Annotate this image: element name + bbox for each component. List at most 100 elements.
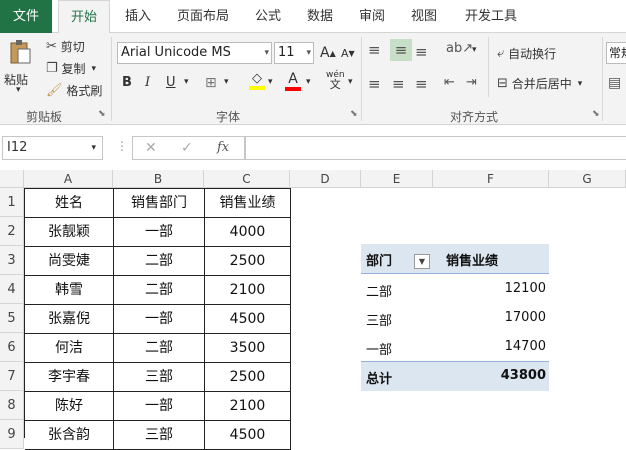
- bold-button[interactable]: B: [122, 75, 132, 90]
- table-cell[interactable]: 陈好: [25, 392, 114, 421]
- table-cell[interactable]: 一部: [114, 218, 205, 247]
- table-cell[interactable]: 何洁: [25, 334, 114, 363]
- tab-file[interactable]: 文件: [0, 0, 52, 33]
- table-cell[interactable]: 尚雯婕: [25, 247, 114, 276]
- formula-input[interactable]: [245, 136, 626, 160]
- copy-dropdown-icon[interactable]: ▾: [92, 64, 97, 74]
- font-size-box[interactable]: 11 ▾: [274, 42, 314, 64]
- alignment-launcher-icon[interactable]: ⬊: [592, 109, 600, 119]
- header-cell-dept[interactable]: 销售部门: [114, 189, 205, 218]
- decrease-font-icon[interactable]: A ▼: [341, 47, 355, 60]
- paste-dropdown-icon[interactable]: ▾: [16, 85, 21, 95]
- row-header[interactable]: 3: [0, 246, 24, 275]
- row-header[interactable]: 5: [0, 304, 24, 333]
- table-cell[interactable]: 三部: [114, 363, 205, 392]
- filter-dropdown-icon[interactable]: ▼: [414, 254, 430, 269]
- align-left-icon[interactable]: ≡: [368, 75, 381, 93]
- tab-home[interactable]: 开始: [58, 0, 110, 34]
- row-header[interactable]: 6: [0, 333, 24, 362]
- pivot-row-label[interactable]: 一部: [366, 339, 392, 358]
- wrap-text-button[interactable]: ⤶ 自动换行: [497, 45, 556, 62]
- merge-center-button[interactable]: ⊟ 合并后居中 ▾: [497, 75, 582, 92]
- pivot-row-label[interactable]: 三部: [366, 310, 392, 329]
- font-name-box[interactable]: Arial Unicode MS ▾: [117, 42, 272, 64]
- orientation-icon[interactable]: ab↗: [446, 41, 473, 56]
- table-cell[interactable]: 张靓颖: [25, 218, 114, 247]
- number-format-box[interactable]: 常规: [606, 42, 626, 64]
- table-cell[interactable]: 二部: [114, 247, 205, 276]
- table-cell[interactable]: 4000: [205, 218, 291, 247]
- font-color-dropdown-icon[interactable]: ▾: [306, 77, 311, 87]
- name-box[interactable]: I12 ▾: [2, 136, 103, 160]
- pivot-total-label[interactable]: 总计: [366, 368, 392, 387]
- tab-page-layout[interactable]: 页面布局: [170, 0, 236, 33]
- font-launcher-icon[interactable]: ⬊: [350, 109, 358, 119]
- table-cell[interactable]: 3500: [205, 334, 291, 363]
- phonetic-dropdown-icon[interactable]: ▾: [348, 77, 353, 87]
- header-cell-name[interactable]: 姓名: [25, 189, 114, 218]
- align-middle-icon[interactable]: ≡: [390, 39, 412, 61]
- pivot-header-dept[interactable]: 部门: [366, 250, 392, 269]
- row-header[interactable]: 7: [0, 362, 24, 391]
- pivot-row-value[interactable]: 12100: [433, 281, 546, 296]
- column-header[interactable]: F: [433, 170, 549, 188]
- table-cell[interactable]: 韩雪: [25, 276, 114, 305]
- underline-button[interactable]: U: [166, 75, 176, 90]
- align-bottom-icon[interactable]: ≡: [415, 43, 428, 61]
- pivot-total-value[interactable]: 43800: [433, 368, 546, 383]
- cancel-icon[interactable]: ✕: [145, 140, 157, 156]
- table-cell[interactable]: 2500: [205, 247, 291, 276]
- table-cell[interactable]: 4500: [205, 305, 291, 334]
- tab-insert[interactable]: 插入: [116, 0, 160, 33]
- row-header[interactable]: 2: [0, 217, 24, 246]
- pivot-header-sales[interactable]: 销售业绩: [446, 250, 498, 269]
- column-header[interactable]: G: [549, 170, 626, 188]
- tab-developer[interactable]: 开发工具: [460, 0, 522, 33]
- enter-icon[interactable]: ✓: [181, 140, 193, 156]
- accounting-icon[interactable]: ▤: [608, 75, 621, 91]
- table-cell[interactable]: 2500: [205, 363, 291, 392]
- border-dropdown-icon[interactable]: ▾: [224, 77, 229, 87]
- table-cell[interactable]: 李宇春: [25, 363, 114, 392]
- row-header[interactable]: 4: [0, 275, 24, 304]
- font-color-button[interactable]: A: [284, 71, 302, 91]
- fill-dropdown-icon[interactable]: ▾: [268, 77, 273, 87]
- column-header[interactable]: C: [204, 170, 290, 188]
- align-right-icon[interactable]: ≡: [415, 75, 428, 93]
- table-cell[interactable]: 张嘉倪: [25, 305, 114, 334]
- table-cell[interactable]: 二部: [114, 276, 205, 305]
- table-cell[interactable]: 二部: [114, 334, 205, 363]
- row-header[interactable]: 9: [0, 420, 24, 449]
- clipboard-launcher-icon[interactable]: ⬊: [98, 109, 106, 119]
- format-painter-button[interactable]: 🖌 格式刷: [46, 82, 102, 99]
- merge-dropdown-icon[interactable]: ▾: [578, 79, 583, 89]
- tab-formulas[interactable]: 公式: [248, 0, 288, 33]
- table-cell[interactable]: 2100: [205, 392, 291, 421]
- underline-dropdown-icon[interactable]: ▾: [184, 77, 189, 87]
- pivot-row-value[interactable]: 14700: [433, 339, 546, 354]
- row-header[interactable]: 8: [0, 391, 24, 420]
- italic-button[interactable]: I: [145, 75, 150, 90]
- orientation-dropdown-icon[interactable]: ▾: [472, 45, 477, 55]
- tab-review[interactable]: 审阅: [352, 0, 392, 33]
- column-header[interactable]: B: [113, 170, 204, 188]
- tab-data[interactable]: 数据: [300, 0, 340, 33]
- table-cell[interactable]: 2100: [205, 276, 291, 305]
- column-header[interactable]: D: [290, 170, 361, 188]
- tab-view[interactable]: 视图: [404, 0, 444, 33]
- column-header[interactable]: E: [361, 170, 433, 188]
- border-icon[interactable]: ⊞: [205, 75, 217, 91]
- align-top-icon[interactable]: ≡: [368, 41, 381, 59]
- copy-button[interactable]: ❐ 复制 ▾: [46, 60, 96, 77]
- table-cell[interactable]: 一部: [114, 305, 205, 334]
- function-icon[interactable]: fx: [217, 140, 229, 155]
- increase-font-icon[interactable]: A ▲: [320, 45, 336, 61]
- paste-button[interactable]: [6, 39, 34, 69]
- increase-indent-icon[interactable]: ⇥: [466, 75, 477, 90]
- align-center-icon[interactable]: ≡: [392, 75, 405, 93]
- decrease-indent-icon[interactable]: ⇤: [444, 75, 455, 90]
- cut-button[interactable]: ✂ 剪切: [46, 38, 85, 55]
- column-header[interactable]: A: [24, 170, 113, 188]
- fill-color-button[interactable]: ◇: [248, 71, 266, 90]
- row-header[interactable]: 1: [0, 188, 24, 217]
